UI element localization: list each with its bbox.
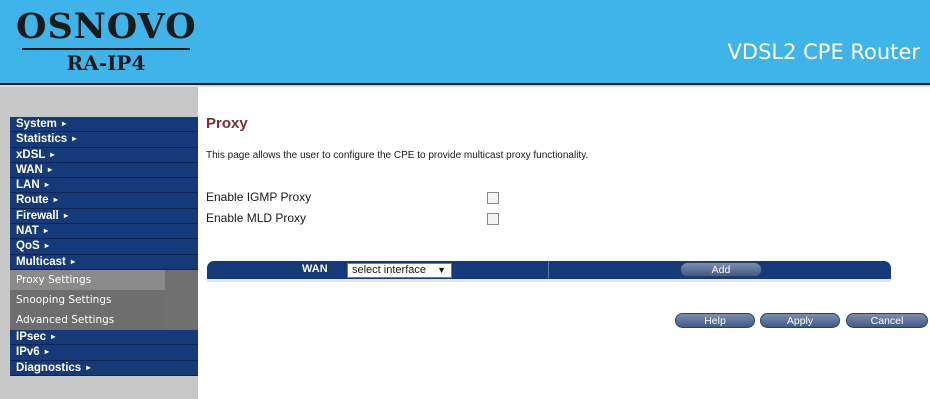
sidebar-item-statistics[interactable]: Statistics ▸ [10, 132, 198, 148]
sidebar-item-system[interactable]: System ▸ [10, 117, 198, 133]
igmp-proxy-label: Enable IGMP Proxy [206, 190, 312, 204]
submenu-item-snooping-settings[interactable]: Snooping Settings [10, 289, 165, 310]
sidebar-item-firewall[interactable]: Firewall ▸ [10, 208, 198, 225]
arrow-right-icon: ▸ [44, 347, 49, 357]
arrow-right-icon: ▸ [44, 180, 49, 190]
arrow-right-icon: ▸ [86, 362, 91, 372]
arrow-right-icon: ▸ [62, 119, 67, 128]
sidebar-item-ipsec[interactable]: IPsec ▸ [10, 329, 198, 346]
wan-divider [548, 261, 549, 279]
arrow-right-icon: ▸ [50, 149, 55, 159]
sidebar-item-label: Diagnostics [16, 361, 82, 374]
app-title: VDSL2 CPE Router [727, 40, 920, 64]
sidebar-item-label: QoS [16, 240, 40, 253]
wan-interface-select[interactable]: select interface ▼ [347, 263, 452, 278]
sidebar-item-label: Statistics [16, 133, 68, 146]
brand-logo: OSNOVO RA-IP4 [16, 8, 196, 76]
sidebar-item-label: Firewall [16, 209, 59, 222]
sidebar-item-label: Multicast [16, 255, 66, 268]
mld-proxy-label: Enable MLD Proxy [206, 211, 307, 225]
sidebar-item-multicast[interactable]: Multicast ▸ [10, 254, 198, 270]
sidebar-item-diagnostics[interactable]: Diagnostics ▸ [10, 360, 198, 376]
arrow-right-icon: ▸ [51, 331, 56, 341]
sidebar-item-route[interactable]: Route ▸ [10, 193, 198, 209]
sidebar-item-label: IPsec [16, 330, 47, 343]
wan-bar-underline [207, 279, 891, 282]
cancel-button[interactable]: Cancel [846, 313, 928, 328]
page-title: Proxy [206, 115, 248, 132]
sidebar-item-label: LAN [16, 179, 40, 192]
header: OSNOVO RA-IP4 VDSL2 CPE Router [0, 0, 930, 85]
model-name: RA-IP4 [66, 51, 146, 75]
arrow-right-icon: ▸ [71, 256, 76, 266]
arrow-right-icon: ▸ [53, 195, 58, 205]
sidebar: System ▸ Statistics ▸ xDSL ▸ WAN ▸ LAN ▸… [0, 87, 198, 399]
sidebar-item-label: System [16, 118, 57, 130]
sidebar-item-label: IPv6 [16, 346, 40, 359]
wan-label: WAN [302, 263, 328, 275]
main-content: Proxy This page allows the user to confi… [198, 87, 930, 399]
sidebar-item-label: WAN [16, 163, 43, 176]
arrow-right-icon: ▸ [48, 164, 53, 174]
sidebar-item-nat[interactable]: NAT ▸ [10, 224, 198, 240]
sidebar-item-ipv6[interactable]: IPv6 ▸ [10, 345, 198, 361]
arrow-right-icon: ▸ [43, 226, 48, 236]
arrow-right-icon: ▸ [64, 210, 69, 220]
submenu-item-advanced-settings[interactable]: Advanced Settings [10, 309, 165, 330]
sidebar-item-label: Route [16, 194, 49, 207]
chevron-down-icon: ▼ [437, 265, 446, 275]
sidebar-item-label: xDSL [16, 148, 46, 161]
sidebar-item-xdsl[interactable]: xDSL ▸ [10, 147, 198, 163]
arrow-right-icon: ▸ [72, 134, 77, 144]
igmp-proxy-checkbox[interactable] [487, 192, 499, 204]
sidebar-menu: System ▸ Statistics ▸ xDSL ▸ WAN ▸ LAN ▸… [10, 117, 198, 376]
wan-interface-bar: WAN select interface ▼ Add [207, 261, 891, 279]
add-button[interactable]: Add [680, 262, 762, 277]
multicast-submenu: Proxy Settings Snooping Settings Advance… [10, 269, 198, 330]
mld-proxy-checkbox[interactable] [487, 213, 499, 225]
sidebar-item-wan[interactable]: WAN ▸ [10, 162, 198, 179]
wan-select-value: select interface [352, 264, 426, 276]
sidebar-item-lan[interactable]: LAN ▸ [10, 178, 198, 194]
page-description: This page allows the user to configure t… [206, 150, 589, 161]
logo-text: OSNOVO [16, 6, 197, 47]
router-page: OSNOVO RA-IP4 VDSL2 CPE Router System ▸ … [0, 0, 930, 399]
help-button[interactable]: Help [675, 313, 755, 328]
arrow-right-icon: ▸ [44, 241, 49, 251]
sidebar-item-label: NAT [16, 225, 39, 238]
sidebar-item-qos[interactable]: QoS ▸ [10, 239, 198, 255]
submenu-item-proxy-settings[interactable]: Proxy Settings [10, 269, 165, 290]
apply-button[interactable]: Apply [760, 313, 840, 328]
